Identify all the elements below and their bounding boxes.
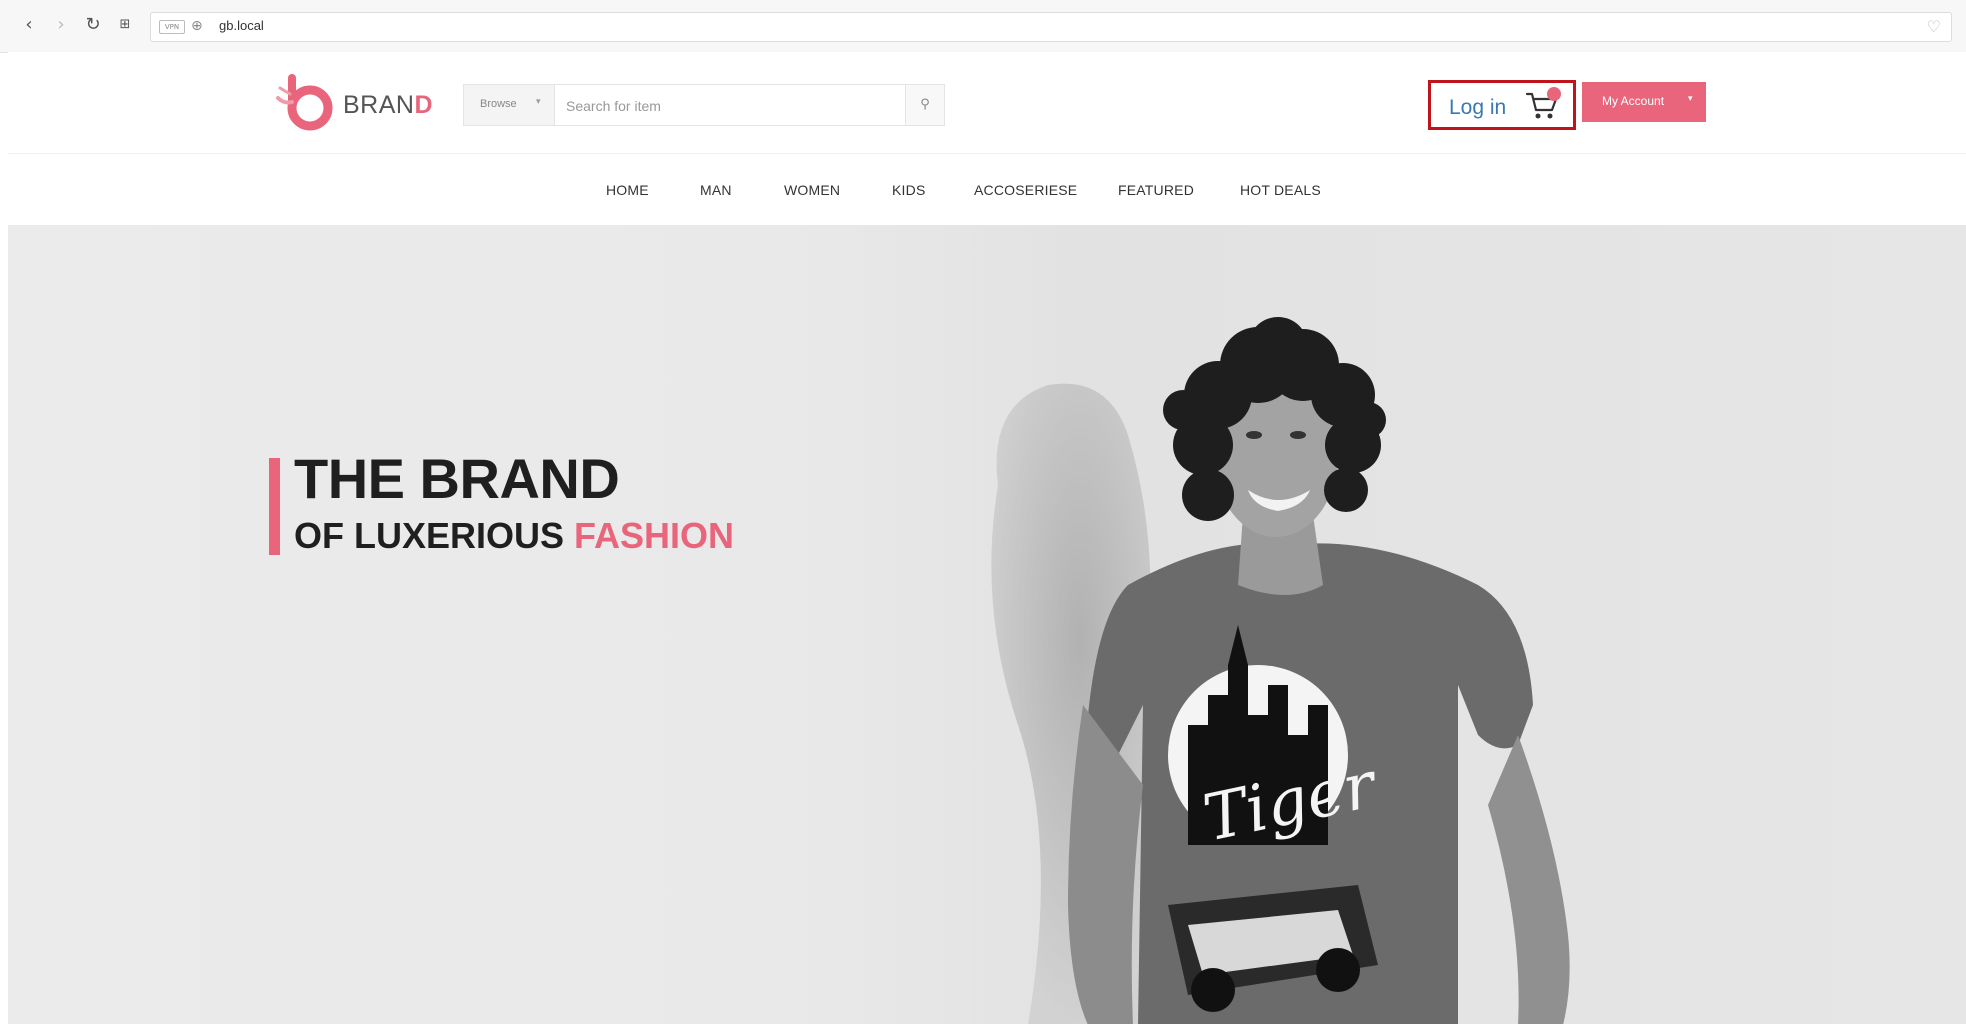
hero-accent-bar (269, 458, 280, 555)
address-bar[interactable]: VPN ⊕ gb.local ♡ (150, 12, 1952, 42)
nav-item-featured[interactable]: FEATURED (1118, 182, 1194, 198)
url-text[interactable]: gb.local (219, 18, 264, 33)
nav-item-women[interactable]: WOMEN (784, 182, 840, 198)
nav-item-kids[interactable]: KIDS (892, 182, 925, 198)
nav-item-accessories[interactable]: ACCOSERIESE (974, 182, 1077, 198)
search-bar: Browse ▾ ⚲ (463, 84, 945, 126)
brand-logo-mark-icon (276, 74, 333, 131)
nav-item-man[interactable]: MAN (700, 182, 732, 198)
browser-toolbar: ‹ › ↻ ⊞ VPN ⊕ gb.local ♡ (0, 0, 1966, 53)
heart-icon[interactable]: ♡ (1927, 17, 1941, 36)
category-select[interactable]: Browse ▾ (464, 85, 555, 125)
back-icon[interactable]: ‹ (18, 14, 40, 36)
hero-banner: THE BRAND OF LUXERIOUS FASHION Tiger (8, 225, 1966, 1024)
search-input[interactable] (564, 93, 858, 119)
nav-item-home[interactable]: HOME (606, 182, 649, 198)
hero-title: THE BRAND (294, 447, 620, 510)
login-link[interactable]: Log in (1449, 96, 1506, 120)
my-account-label: My Account (1602, 94, 1665, 108)
chevron-down-icon: ▾ (536, 97, 541, 107)
grid-icon[interactable]: ⊞ (114, 14, 136, 36)
forward-icon[interactable]: › (50, 14, 72, 36)
my-account-button[interactable]: My Account ▾ (1582, 82, 1706, 122)
site-header: BRAND Browse ▾ ⚲ Log in My Account ▾ (8, 52, 1966, 152)
search-icon[interactable]: ⚲ (905, 85, 944, 125)
nav-item-hot-deals[interactable]: HOT DEALS (1240, 182, 1321, 198)
reload-icon[interactable]: ↻ (82, 14, 104, 36)
hero-subtitle: OF LUXERIOUS FASHION (294, 515, 735, 556)
brand-logo[interactable]: BRAND (270, 72, 440, 132)
cart-count-badge (1547, 87, 1561, 101)
main-nav: HOME MAN WOMEN KIDS ACCOSERIESE FEATURED… (8, 153, 1966, 226)
vpn-icon[interactable]: VPN (159, 20, 185, 34)
globe-icon: ⊕ (191, 18, 203, 34)
category-select-label: Browse (480, 98, 517, 110)
login-cart-highlight: Log in (1428, 80, 1576, 130)
brand-wordmark: BRAND (343, 91, 434, 119)
chevron-down-icon: ▾ (1688, 94, 1693, 104)
hero-model-image: Tiger (991, 317, 1570, 1024)
